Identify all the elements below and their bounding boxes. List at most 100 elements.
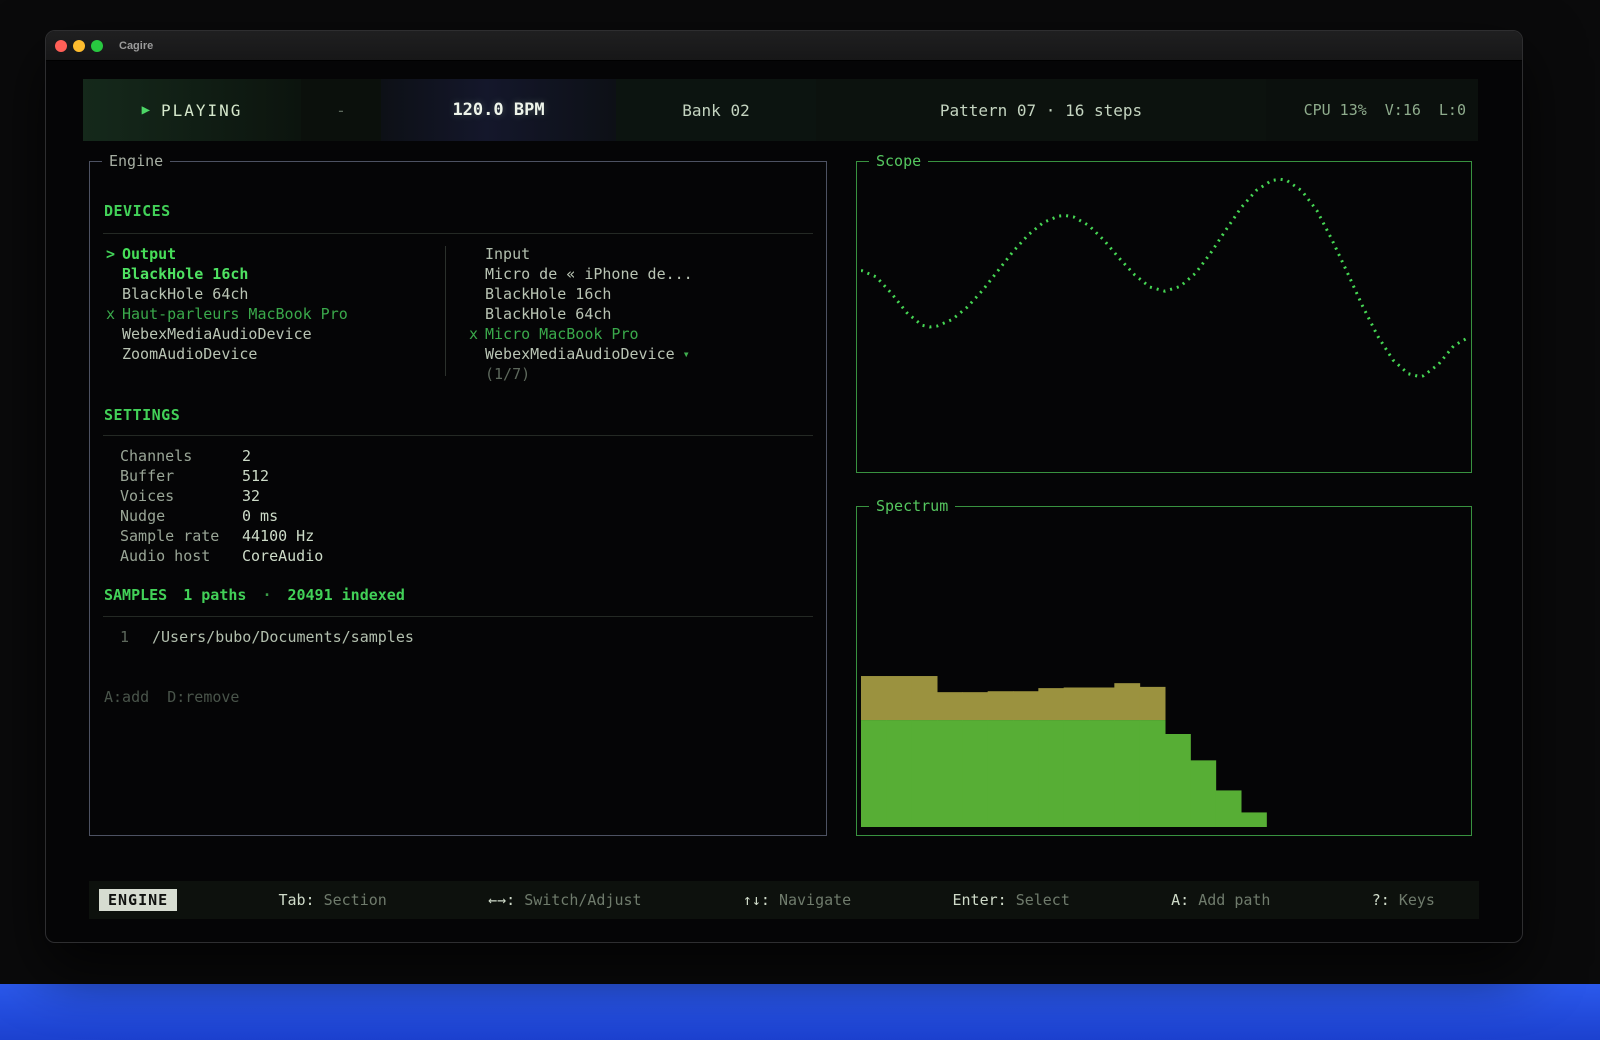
window-titlebar: Cagire — [46, 31, 1522, 61]
input-device-item[interactable]: WebexMediaAudioDevice ▾ — [469, 344, 809, 364]
output-device-item[interactable]: ZoomAudioDevice — [106, 344, 438, 364]
setting-label: Sample rate — [120, 526, 242, 546]
latency-stat: L:0 — [1439, 101, 1466, 119]
setting-label: Buffer — [120, 466, 242, 486]
setting-value: 0 ms — [242, 506, 278, 526]
device-label: BlackHole 16ch — [485, 284, 611, 304]
device-label: Micro MacBook Pro — [485, 324, 639, 344]
pattern-value: Pattern 07 · 16 steps — [940, 101, 1142, 120]
help-item-keys: ?: Keys — [1372, 891, 1435, 909]
setting-value: 2 — [242, 446, 251, 466]
device-label: WebexMediaAudioDevice — [122, 324, 312, 344]
active-device-marker: x — [106, 304, 122, 324]
help-label: Section — [324, 891, 387, 909]
spectrum-bars — [861, 517, 1469, 827]
transport-dash-label: - — [336, 101, 346, 120]
sample-path-row[interactable]: 1 /Users/bubo/Documents/samples — [120, 628, 414, 646]
setting-row[interactable]: Sample rate 44100 Hz — [120, 526, 323, 546]
help-key: Enter: — [953, 891, 1007, 909]
device-label: BlackHole 16ch — [122, 264, 248, 284]
transport-state-label: PLAYING — [161, 101, 242, 120]
devices-section-header: DEVICES — [104, 202, 171, 220]
traffic-lights — [46, 40, 103, 52]
setting-value: CoreAudio — [242, 546, 323, 566]
bank-value: Bank 02 — [682, 101, 749, 120]
window-zoom-button[interactable] — [91, 40, 103, 52]
settings-list: Channels 2 Buffer 512 Voices 32 Nudge 0 … — [120, 446, 323, 566]
input-pager-row: (1/7) — [469, 364, 809, 384]
settings-section-header: SETTINGS — [104, 406, 180, 424]
input-device-item[interactable]: Micro de « iPhone de... — [469, 264, 809, 284]
help-bar: ENGINE Tab: Section ←→: Switch/Adjust ↑↓… — [89, 881, 1479, 919]
setting-row[interactable]: Buffer 512 — [120, 466, 323, 486]
input-device-item[interactable]: x Micro MacBook Pro — [469, 324, 809, 344]
transport-stats: CPU 13% V:16 L:0 — [1266, 79, 1478, 141]
input-device-item[interactable]: BlackHole 64ch — [469, 304, 809, 324]
setting-value: 512 — [242, 466, 269, 486]
scope-panel-title: Scope — [869, 152, 928, 170]
samples-separator: · — [262, 586, 271, 604]
setting-row[interactable]: Voices 32 — [120, 486, 323, 506]
output-device-item[interactable]: WebexMediaAudioDevice — [106, 324, 438, 344]
app-window: Cagire ▶ PLAYING - 120.0 BPM Bank 02 Pat… — [45, 30, 1523, 943]
sample-path-index: 1 — [120, 628, 152, 646]
help-key: ?: — [1372, 891, 1390, 909]
output-column-header: Output — [122, 244, 176, 264]
transport-state[interactable]: ▶ PLAYING — [83, 79, 301, 141]
desktop-background-strip — [0, 984, 1600, 1040]
help-key: Tab: — [278, 891, 314, 909]
setting-row[interactable]: Audio host CoreAudio — [120, 546, 323, 566]
help-item-navigate: ↑↓: Navigate — [743, 891, 851, 909]
input-pager: (1/7) — [485, 364, 530, 384]
samples-hint: A:add D:remove — [104, 688, 239, 706]
window-title: Cagire — [119, 40, 153, 52]
help-label: Select — [1016, 891, 1070, 909]
input-device-item[interactable]: BlackHole 16ch — [469, 284, 809, 304]
active-device-marker: x — [469, 324, 485, 344]
input-column-header: Input — [485, 244, 530, 264]
window-minimize-button[interactable] — [73, 40, 85, 52]
output-device-item[interactable]: x Haut-parleurs MacBook Pro — [106, 304, 438, 324]
help-key: ↑↓: — [743, 891, 770, 909]
setting-value: 44100 Hz — [242, 526, 314, 546]
help-key: A: — [1171, 891, 1189, 909]
device-label: WebexMediaAudioDevice — [485, 344, 675, 364]
help-item-select: Enter: Select — [953, 891, 1070, 909]
samples-divider — [103, 616, 813, 617]
setting-label: Nudge — [120, 506, 242, 526]
cursor-icon: > — [106, 244, 122, 264]
input-level-icon: ▾ — [683, 344, 690, 364]
output-device-item[interactable]: BlackHole 64ch — [106, 284, 438, 304]
setting-label: Channels — [120, 446, 242, 466]
setting-value: 32 — [242, 486, 260, 506]
setting-row[interactable]: Nudge 0 ms — [120, 506, 323, 526]
input-column-header-row[interactable]: Input — [469, 244, 809, 264]
setting-label: Voices — [120, 486, 242, 506]
scope-waveform — [861, 172, 1469, 470]
bank-display[interactable]: Bank 02 — [616, 79, 816, 141]
bpm-value: 120.0 BPM — [452, 100, 544, 120]
spectrum-panel-title: Spectrum — [869, 497, 955, 515]
setting-label: Audio host — [120, 546, 242, 566]
help-label: Navigate — [779, 891, 851, 909]
setting-row[interactable]: Channels 2 — [120, 446, 323, 466]
output-device-item[interactable]: BlackHole 16ch — [106, 264, 438, 284]
settings-divider — [103, 435, 813, 436]
help-key: ←→: — [488, 891, 515, 909]
sample-path: /Users/bubo/Documents/samples — [152, 628, 414, 646]
engine-panel-title: Engine — [102, 152, 170, 170]
help-item-add-path: A: Add path — [1171, 891, 1270, 909]
window-close-button[interactable] — [55, 40, 67, 52]
scope-panel: Scope — [856, 161, 1472, 473]
samples-section-header: SAMPLES — [104, 586, 167, 604]
device-label: Haut-parleurs MacBook Pro — [122, 304, 348, 324]
help-item-section: Tab: Section — [278, 891, 386, 909]
help-item-switch: ←→: Switch/Adjust — [488, 891, 642, 909]
device-columns-divider — [445, 246, 446, 376]
bpm-display[interactable]: 120.0 BPM — [381, 79, 616, 141]
input-device-list: Input Micro de « iPhone de... BlackHole … — [469, 244, 809, 384]
voices-stat: V:16 — [1385, 101, 1421, 119]
spectrum-panel: Spectrum — [856, 506, 1472, 836]
output-column-header-row[interactable]: > Output — [106, 244, 438, 264]
pattern-display[interactable]: Pattern 07 · 16 steps — [816, 79, 1266, 141]
